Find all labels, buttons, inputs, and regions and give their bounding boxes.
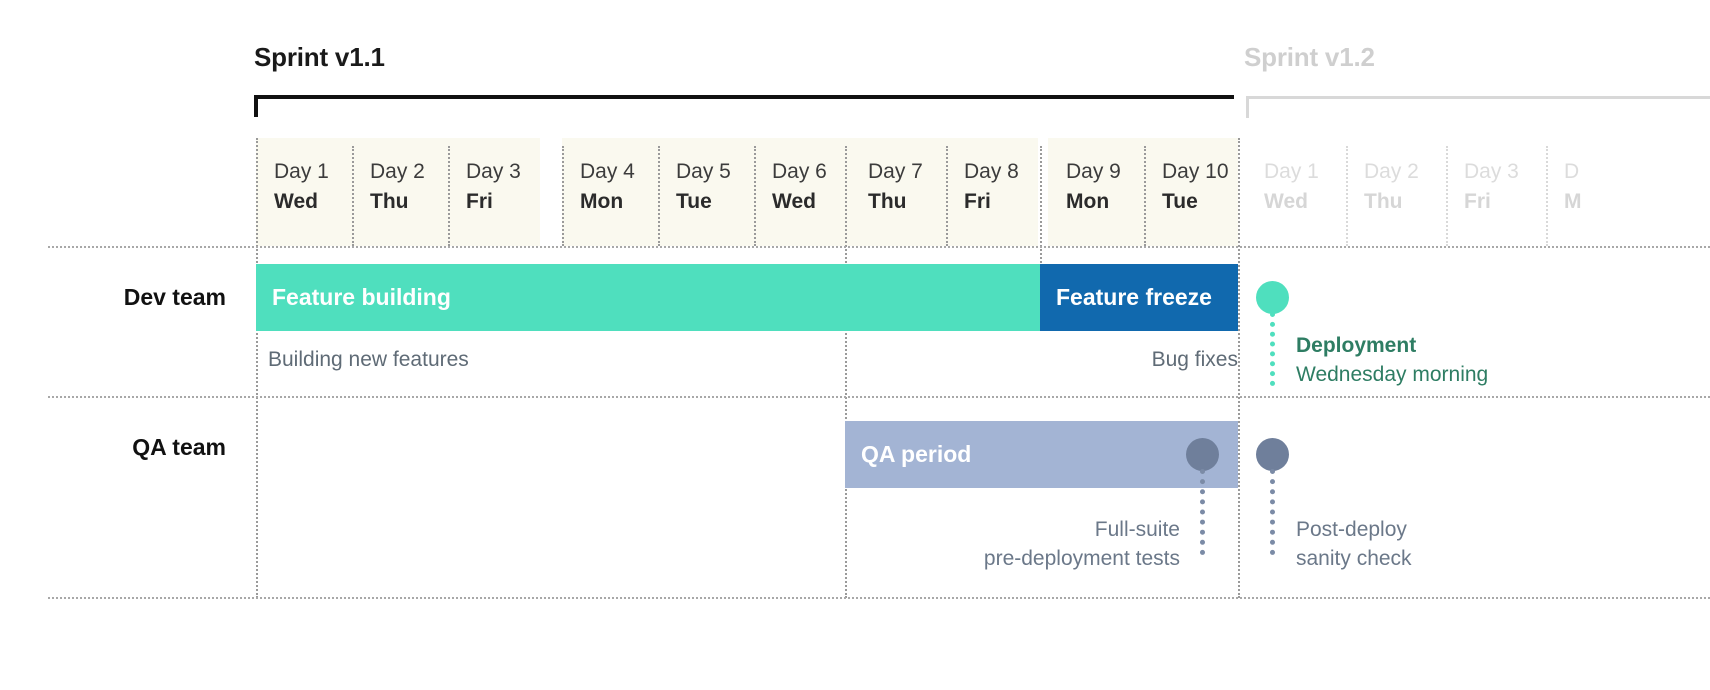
milestone-note-line2: pre-deployment tests — [983, 547, 1180, 570]
milestone-note-line2: Wednesday morning — [1296, 363, 1489, 386]
day-header-cell-next-4[interactable]: D M — [1546, 138, 1710, 246]
day-weekday: Thu — [1364, 190, 1403, 213]
milestone-note-deployment: Deployment Wednesday morning — [1296, 331, 1488, 389]
day-header-cell-7[interactable]: Day 7 Thu — [850, 138, 946, 246]
sprint-bracket-v1-1 — [254, 95, 1234, 117]
day-weekday: Fri — [964, 190, 991, 213]
milestone-dot-full-suite-tests[interactable] — [1186, 438, 1219, 471]
day-weekday: Thu — [868, 190, 907, 213]
milestone-note-line1: Deployment — [1296, 334, 1417, 357]
grid-line-day-7 — [845, 146, 847, 598]
day-number: Day 9 — [1066, 160, 1121, 183]
grid-line-next-day-4 — [1546, 146, 1548, 246]
grid-line-day-2 — [352, 146, 354, 246]
row-divider-middle — [48, 396, 1710, 398]
day-header-cell-10[interactable]: Day 10 Tue — [1144, 138, 1238, 246]
day-weekday: Wed — [1264, 190, 1308, 213]
grid-line-sprint-end — [1238, 138, 1240, 598]
milestone-connector-deployment — [1270, 312, 1275, 386]
sublabel-bug-fixes: Bug fixes — [1151, 348, 1238, 371]
day-weekday: Fri — [1464, 190, 1491, 213]
day-header-cell-4[interactable]: Day 4 Mon — [562, 138, 658, 246]
sprint-title-v1-2: Sprint v1.2 — [1244, 42, 1375, 72]
bar-label: QA period — [861, 441, 972, 467]
day-header-cell-8[interactable]: Day 8 Fri — [946, 138, 1038, 246]
day-header-cell-9[interactable]: Day 9 Mon — [1048, 138, 1144, 246]
day-number: Day 3 — [1464, 160, 1519, 183]
day-weekday: Wed — [274, 190, 318, 213]
row-divider-bottom — [48, 597, 1710, 599]
row-label-dev-team: Dev team — [123, 284, 226, 310]
day-number: Day 6 — [772, 160, 827, 183]
day-number: Day 3 — [466, 160, 521, 183]
day-header-cell-2[interactable]: Day 2 Thu — [352, 138, 448, 246]
day-header-cell-next-2[interactable]: Day 2 Thu — [1346, 138, 1442, 246]
day-weekday: Mon — [1066, 190, 1110, 213]
grid-line-day-3 — [448, 146, 450, 246]
milestone-dot-post-deploy-sanity[interactable] — [1256, 438, 1289, 471]
milestone-dot-deployment[interactable] — [1256, 281, 1289, 314]
day-weekday: Tue — [1162, 190, 1198, 213]
sublabel-building-new-features: Building new features — [268, 348, 469, 371]
sprint-bracket-v1-2 — [1246, 96, 1710, 118]
row-label-qa-team: QA team — [132, 434, 226, 460]
day-number: Day 4 — [580, 160, 635, 183]
milestone-note-line1: Full-suite — [1094, 518, 1180, 541]
grid-line-next-day-2 — [1346, 146, 1348, 246]
day-header-cell-6[interactable]: Day 6 Wed — [754, 138, 850, 246]
bar-label: Feature freeze — [1056, 284, 1212, 310]
milestone-note-full-suite-tests: Full-suite pre-deployment tests — [900, 515, 1180, 573]
grid-line-next-day-3 — [1446, 146, 1448, 246]
grid-line-day-4 — [562, 146, 564, 246]
day-header-cell-3[interactable]: Day 3 Fri — [448, 138, 540, 246]
grid-line-day-8 — [946, 146, 948, 246]
bar-label: Feature building — [272, 284, 451, 310]
grid-line-day-1 — [256, 138, 258, 598]
milestone-note-post-deploy-sanity: Post-deploy sanity check — [1296, 515, 1412, 573]
milestone-note-line2: sanity check — [1296, 547, 1412, 570]
day-number: Day 7 — [868, 160, 923, 183]
milestone-connector-post-deploy-sanity — [1270, 469, 1275, 555]
day-number: Day 2 — [1364, 160, 1419, 183]
day-weekday: Tue — [676, 190, 712, 213]
day-number: Day 1 — [274, 160, 329, 183]
day-number: Day 5 — [676, 160, 731, 183]
day-number: Day 10 — [1162, 160, 1229, 183]
day-header-cell-next-1[interactable]: Day 1 Wed — [1246, 138, 1342, 246]
day-number: Day 1 — [1264, 160, 1319, 183]
row-divider-top — [48, 246, 1710, 248]
sprint-title-v1-1: Sprint v1.1 — [254, 42, 385, 72]
day-header-cell-next-3[interactable]: Day 3 Fri — [1446, 138, 1542, 246]
day-header-cell-5[interactable]: Day 5 Tue — [658, 138, 754, 246]
day-weekday: Thu — [370, 190, 409, 213]
milestone-connector-full-suite-tests — [1200, 469, 1205, 555]
bar-feature-building[interactable]: Feature building — [256, 264, 1040, 331]
day-weekday: Wed — [772, 190, 816, 213]
bar-feature-freeze[interactable]: Feature freeze — [1040, 264, 1238, 331]
day-number: Day 8 — [964, 160, 1019, 183]
grid-line-day-10 — [1144, 146, 1146, 246]
day-number: Day 2 — [370, 160, 425, 183]
grid-line-day-6 — [754, 146, 756, 246]
day-weekday: Mon — [580, 190, 624, 213]
milestone-note-line1: Post-deploy — [1296, 518, 1407, 541]
day-header-cell-1[interactable]: Day 1 Wed — [256, 138, 352, 246]
day-weekday: M — [1564, 190, 1582, 213]
gantt-timeline-canvas: Sprint v1.1 Sprint v1.2 Day 1 Wed Day 2 … — [0, 0, 1710, 690]
day-weekday: Fri — [466, 190, 493, 213]
day-number: D — [1564, 160, 1580, 183]
bar-qa-period[interactable]: QA period — [845, 421, 1238, 488]
grid-line-day-5 — [658, 146, 660, 246]
